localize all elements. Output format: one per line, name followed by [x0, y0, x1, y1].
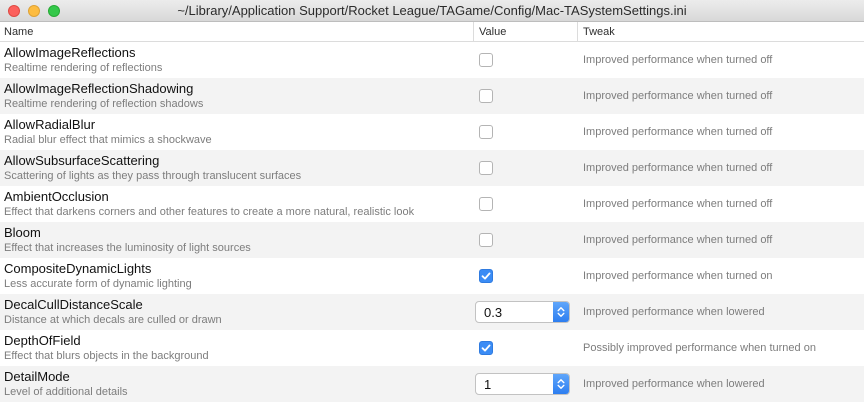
tweak-hint: Improved performance when turned off [583, 234, 773, 246]
setting-name: CompositeDynamicLights [4, 261, 152, 276]
table-row[interactable]: CompositeDynamicLights Less accurate form… [0, 258, 864, 294]
value-cell [473, 78, 577, 114]
setting-checkbox[interactable] [479, 161, 493, 175]
setting-description: Effect that blurs objects in the backgro… [4, 350, 209, 362]
tweak-hint: Improved performance when turned on [583, 270, 773, 282]
setting-name: AllowImageReflectionShadowing [4, 81, 194, 96]
name-cell: CompositeDynamicLights Less accurate form… [0, 258, 473, 294]
select-value: 1 [484, 376, 492, 392]
name-cell: AmbientOcclusion Effect that darkens corn… [0, 186, 473, 222]
setting-name: Bloom [4, 225, 41, 240]
value-cell: 0.3 [473, 294, 577, 330]
setting-checkbox[interactable] [479, 233, 493, 247]
tweak-hint: Improved performance when turned off [583, 126, 773, 138]
zoom-window-button[interactable] [48, 5, 60, 17]
table-row[interactable]: AllowImageReflectionShadowing Realtime re… [0, 78, 864, 114]
tweak-hint: Improved performance when turned off [583, 162, 773, 174]
value-cell [473, 150, 577, 186]
column-header-tweak[interactable]: Tweak [577, 22, 864, 41]
table-row[interactable]: AllowImageReflections Realtime rendering … [0, 42, 864, 78]
table-row[interactable]: AllowRadialBlur Radial blur effect that m… [0, 114, 864, 150]
setting-description: Realtime rendering of reflections [4, 62, 163, 74]
name-cell: AllowImageReflectionShadowing Realtime re… [0, 78, 473, 114]
up-down-chevron-icon[interactable] [553, 374, 569, 394]
value-cell [473, 114, 577, 150]
name-cell: Bloom Effect that increases the luminosit… [0, 222, 473, 258]
tweak-hint: Improved performance when turned off [583, 198, 773, 210]
setting-checkbox[interactable] [479, 341, 493, 355]
setting-name: AllowRadialBlur [4, 117, 96, 132]
setting-checkbox[interactable] [479, 89, 493, 103]
name-cell: DetailMode Level of additional details [0, 366, 473, 402]
setting-description: Realtime rendering of reflection shadows [4, 98, 204, 110]
table-header: Name Value Tweak [0, 22, 864, 42]
column-header-name[interactable]: Name [0, 26, 473, 38]
setting-name: AmbientOcclusion [4, 189, 109, 204]
select-value: 0.3 [484, 304, 503, 320]
setting-description: Effect that darkens corners and other fe… [4, 206, 415, 218]
setting-description: Level of additional details [4, 386, 128, 398]
table-row[interactable]: Bloom Effect that increases the luminosit… [0, 222, 864, 258]
tweak-hint: Improved performance when lowered [583, 306, 765, 318]
window-controls [8, 5, 60, 17]
column-header-value[interactable]: Value [473, 22, 577, 41]
tweak-hint: Improved performance when lowered [583, 378, 765, 390]
settings-window: ~/Library/Application Support/Rocket Lea… [0, 0, 864, 404]
setting-checkbox[interactable] [479, 125, 493, 139]
value-cell [473, 258, 577, 294]
value-cell: 1 [473, 366, 577, 402]
checkmark-icon [481, 272, 491, 280]
setting-description: Distance at which decals are culled or d… [4, 314, 222, 326]
setting-name: DepthOfField [4, 333, 81, 348]
name-cell: AllowSubsurfaceScattering Scattering of l… [0, 150, 473, 186]
checkmark-icon [481, 344, 491, 352]
setting-name: DetailMode [4, 369, 70, 384]
setting-description: Effect that increases the luminosity of … [4, 242, 251, 254]
setting-description: Scattering of lights as they pass throug… [4, 170, 302, 182]
settings-table: AllowImageReflections Realtime rendering … [0, 42, 864, 402]
tweak-hint: Possibly improved performance when turne… [583, 342, 816, 354]
table-row[interactable]: DetailMode Level of additional details 1 Im… [0, 366, 864, 402]
table-row[interactable]: DecalCullDistanceScale Distance at which … [0, 294, 864, 330]
table-row[interactable]: AmbientOcclusion Effect that darkens corn… [0, 186, 864, 222]
name-cell: AllowImageReflections Realtime rendering … [0, 42, 473, 78]
setting-select[interactable]: 1 [475, 373, 570, 395]
setting-checkbox[interactable] [479, 53, 493, 67]
tweak-hint: Improved performance when turned off [583, 54, 773, 66]
setting-select[interactable]: 0.3 [475, 301, 570, 323]
setting-description: Less accurate form of dynamic lighting [4, 278, 192, 290]
close-window-button[interactable] [8, 5, 20, 17]
up-down-chevron-icon[interactable] [553, 302, 569, 322]
window-title: ~/Library/Application Support/Rocket Lea… [177, 3, 687, 18]
setting-checkbox[interactable] [479, 197, 493, 211]
value-cell [473, 330, 577, 366]
table-row[interactable]: AllowSubsurfaceScattering Scattering of l… [0, 150, 864, 186]
setting-description: Radial blur effect that mimics a shockwa… [4, 134, 212, 146]
value-cell [473, 42, 577, 78]
setting-name: DecalCullDistanceScale [4, 297, 143, 312]
minimize-window-button[interactable] [28, 5, 40, 17]
setting-name: AllowImageReflections [4, 45, 136, 60]
setting-name: AllowSubsurfaceScattering [4, 153, 160, 168]
name-cell: AllowRadialBlur Radial blur effect that m… [0, 114, 473, 150]
setting-checkbox[interactable] [479, 269, 493, 283]
value-cell [473, 186, 577, 222]
title-bar: ~/Library/Application Support/Rocket Lea… [0, 0, 864, 22]
name-cell: DepthOfField Effect that blurs objects in… [0, 330, 473, 366]
name-cell: DecalCullDistanceScale Distance at which … [0, 294, 473, 330]
value-cell [473, 222, 577, 258]
table-row[interactable]: DepthOfField Effect that blurs objects in… [0, 330, 864, 366]
tweak-hint: Improved performance when turned off [583, 90, 773, 102]
